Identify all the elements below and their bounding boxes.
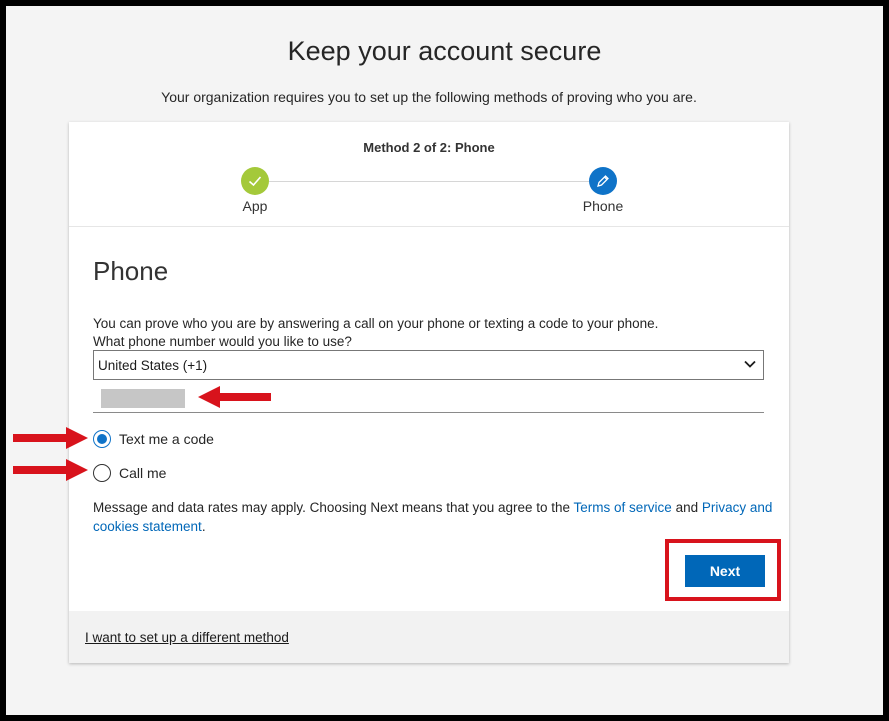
terms-of-service-link[interactable]: Terms of service bbox=[574, 500, 672, 515]
check-icon bbox=[248, 176, 262, 187]
progress-header: Method 2 of 2: Phone App Phone bbox=[69, 122, 789, 227]
method-label: Method 2 of 2: Phone bbox=[363, 140, 495, 155]
legal-notice: Message and data rates may apply. Choosi… bbox=[93, 498, 773, 536]
legal-suffix: . bbox=[201, 519, 206, 534]
call-me-radio[interactable] bbox=[93, 464, 111, 482]
text-me-option[interactable]: Text me a code bbox=[93, 430, 214, 448]
legal-prefix: Message and data rates may apply. Choosi… bbox=[93, 500, 574, 515]
progress-line bbox=[269, 181, 589, 182]
arrow-right-icon bbox=[13, 459, 88, 481]
different-method-link[interactable]: I want to set up a different method bbox=[85, 630, 289, 645]
page-title: Keep your account secure bbox=[287, 36, 602, 66]
arrow-right-icon bbox=[13, 427, 88, 449]
phone-question: What phone number would you like to use? bbox=[93, 334, 352, 349]
text-me-radio[interactable] bbox=[93, 430, 111, 448]
section-title: Phone bbox=[93, 256, 169, 286]
country-code-select[interactable]: United States (+1) bbox=[93, 350, 764, 380]
card-footer: I want to set up a different method bbox=[69, 611, 789, 663]
text-me-label: Text me a code bbox=[119, 431, 214, 447]
radio-selected-dot bbox=[97, 434, 107, 444]
country-code-value: United States (+1) bbox=[98, 357, 208, 373]
page-subtitle: Your organization requires you to set up… bbox=[161, 89, 697, 105]
redacted-phone-number bbox=[101, 389, 185, 408]
step-app-indicator bbox=[241, 167, 269, 195]
description-text: You can prove who you are by answering a… bbox=[93, 316, 659, 331]
step-phone-label: Phone bbox=[582, 198, 624, 214]
call-me-option[interactable]: Call me bbox=[93, 464, 166, 482]
description: You can prove who you are by answering a… bbox=[93, 315, 773, 351]
call-me-label: Call me bbox=[119, 465, 167, 481]
setup-card: Method 2 of 2: Phone App Phone Phone You… bbox=[69, 122, 789, 663]
step-app-label: App bbox=[242, 198, 268, 214]
pencil-icon bbox=[597, 175, 609, 187]
next-button[interactable]: Next bbox=[685, 555, 765, 587]
legal-and: and bbox=[671, 500, 702, 515]
phone-number-input[interactable] bbox=[93, 384, 764, 413]
chevron-down-icon bbox=[744, 360, 756, 368]
arrow-left-icon bbox=[198, 386, 271, 408]
step-phone-indicator bbox=[589, 167, 617, 195]
